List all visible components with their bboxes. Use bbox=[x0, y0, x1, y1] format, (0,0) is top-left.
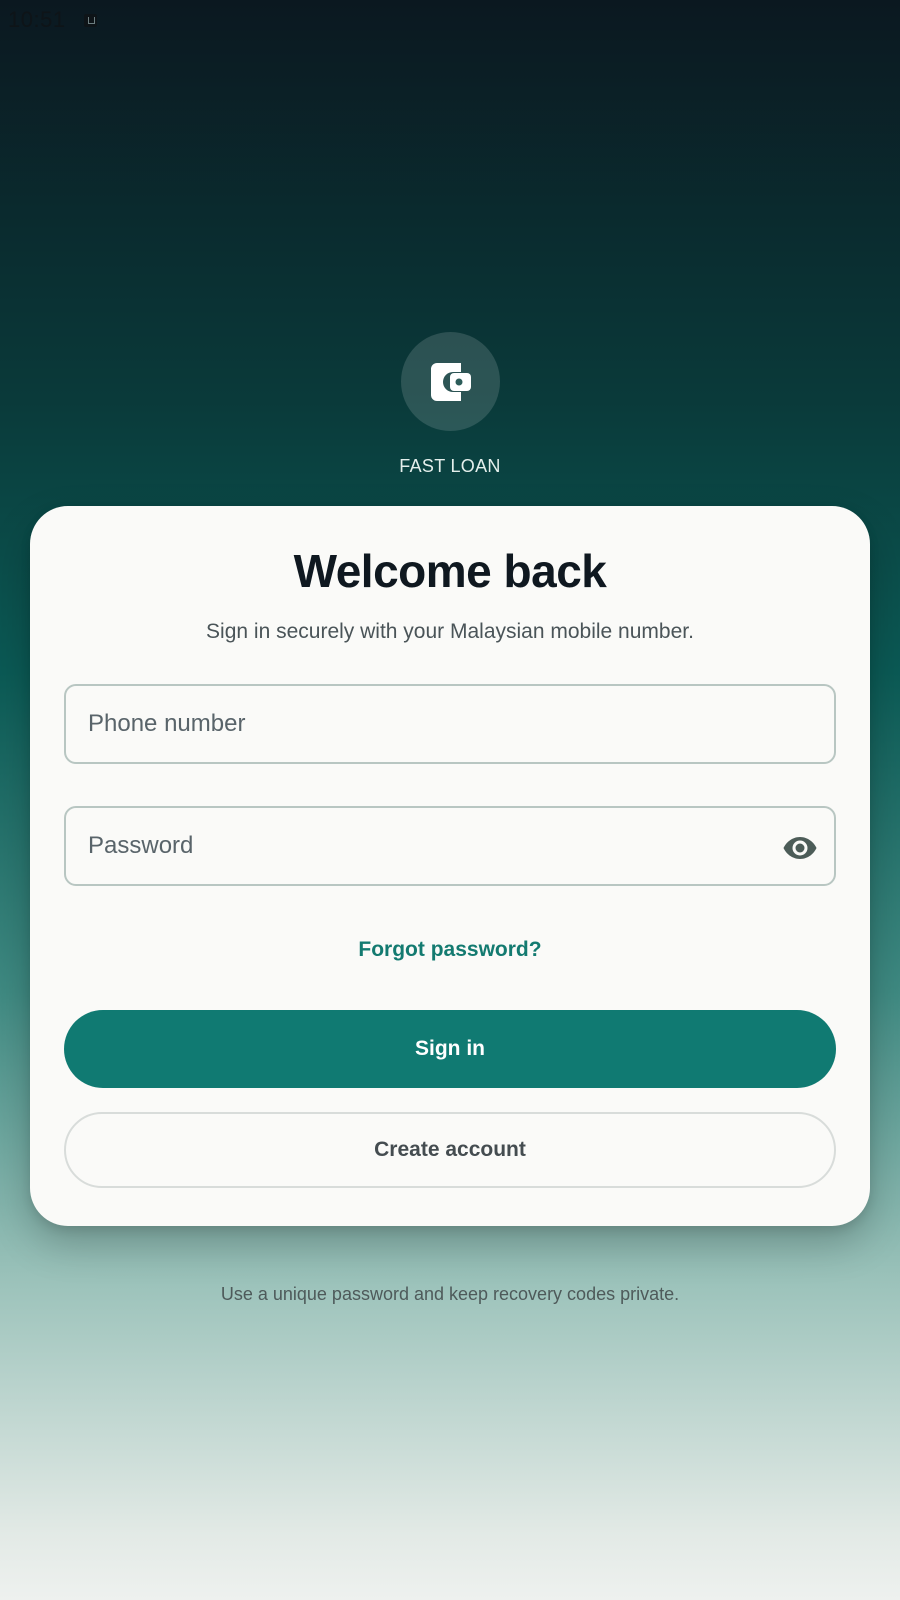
page-subtitle: Sign in securely with your Malaysian mob… bbox=[206, 620, 694, 643]
forgot-password-link[interactable]: Forgot password? bbox=[30, 938, 870, 962]
status-bar: 10:51 bbox=[8, 6, 97, 34]
eye-icon bbox=[783, 837, 817, 859]
page-title: Welcome back bbox=[293, 545, 607, 597]
phone-field bbox=[64, 684, 836, 764]
show-password-button[interactable] bbox=[780, 828, 820, 868]
sign-in-button[interactable]: Sign in bbox=[64, 1010, 836, 1088]
password-input[interactable] bbox=[66, 808, 834, 884]
phone-input[interactable] bbox=[66, 686, 834, 762]
password-field bbox=[64, 806, 836, 886]
notification-icon bbox=[83, 13, 97, 27]
status-time: 10:51 bbox=[8, 7, 66, 32]
brand-name: FAST LOAN bbox=[399, 456, 501, 476]
security-note: Use a unique password and keep recovery … bbox=[220, 1284, 680, 1304]
create-account-button[interactable]: Create account bbox=[64, 1112, 836, 1188]
wallet-icon bbox=[430, 362, 471, 401]
sign-in-card: Welcome back Sign in securely with your … bbox=[30, 506, 870, 1226]
brand-logo bbox=[401, 332, 500, 431]
